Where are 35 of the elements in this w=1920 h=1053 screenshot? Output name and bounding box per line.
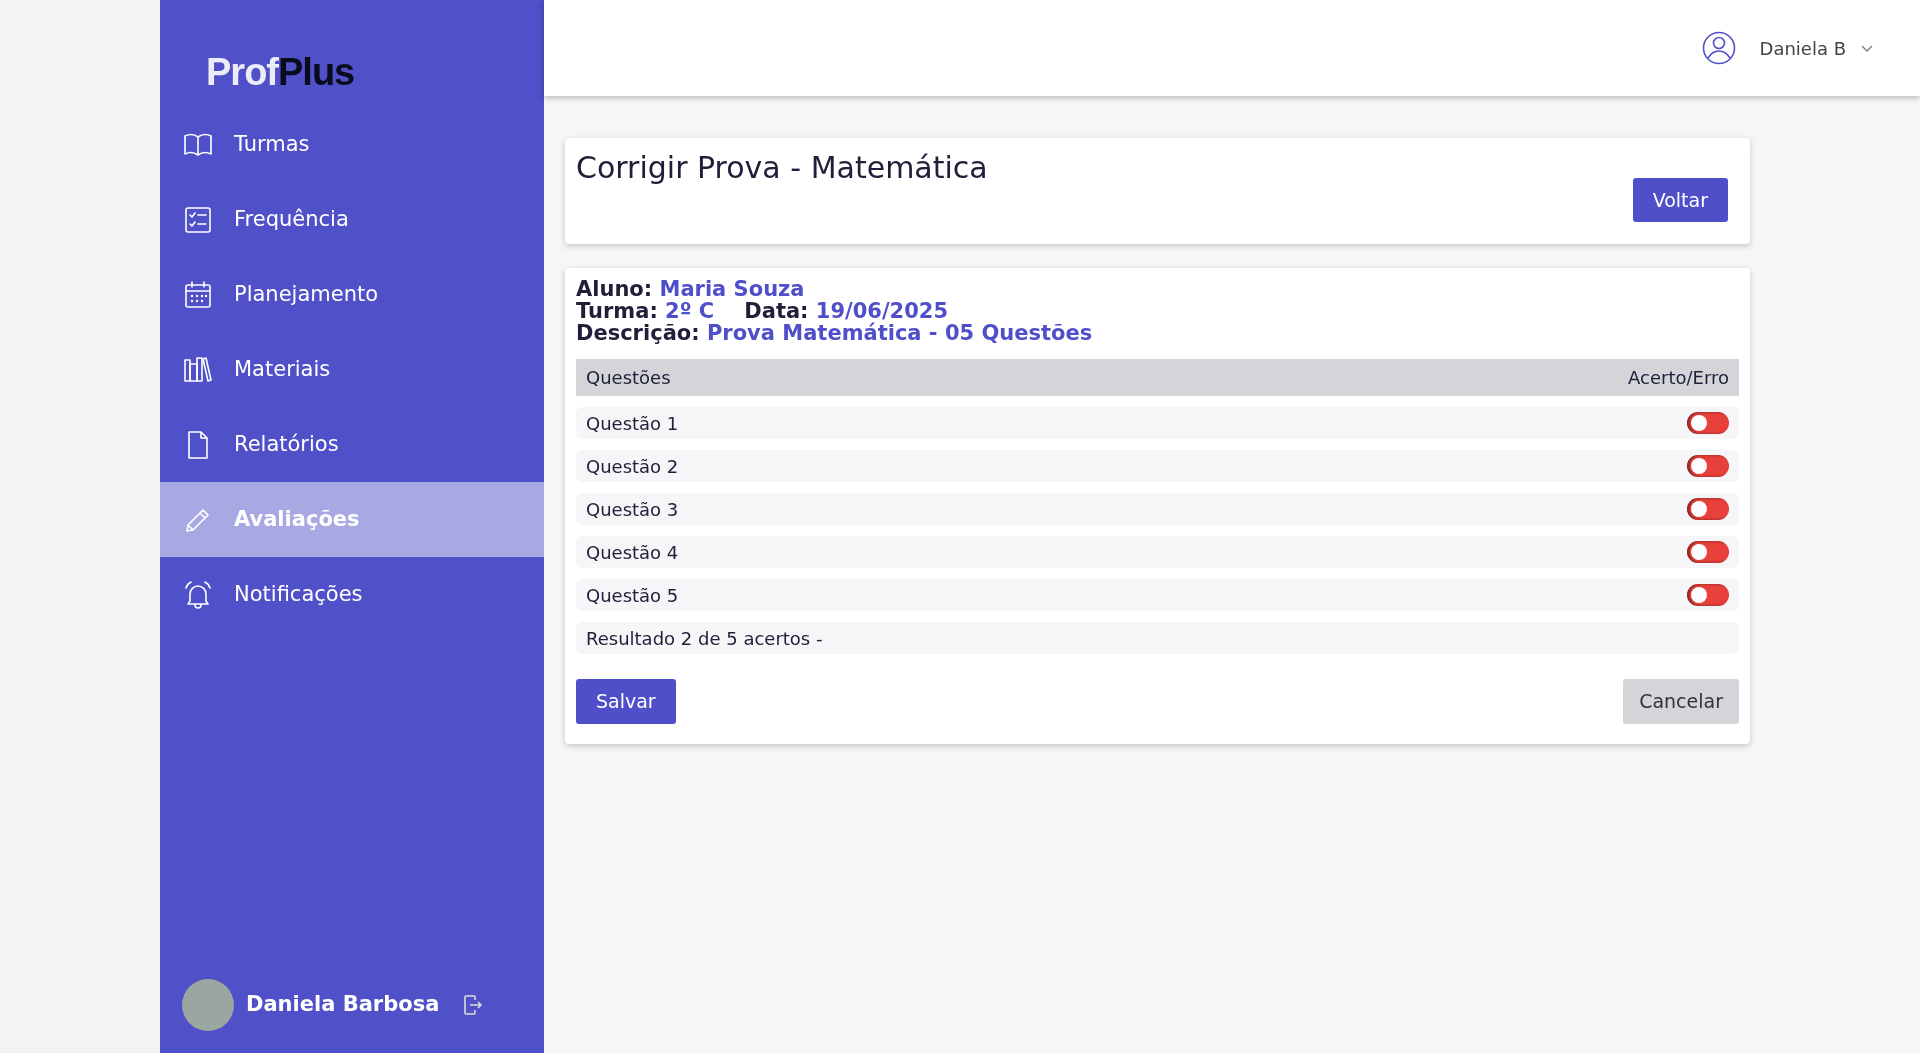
sidebar-item[interactable]: Notificações: [160, 557, 544, 632]
avatar-photo-placeholder: [182, 979, 234, 1031]
user-name: Daniela Barbosa: [246, 991, 440, 1019]
logout-icon[interactable]: [463, 994, 484, 1016]
back-button[interactable]: Voltar: [1632, 177, 1728, 222]
cancel-button[interactable]: Cancelar: [1623, 679, 1739, 724]
toggle-switch[interactable]: [1687, 541, 1729, 564]
question-label: Questão 1: [586, 411, 679, 436]
sidebar-item[interactable]: Relatórios: [160, 407, 544, 482]
sidebar-item[interactable]: Turmas: [160, 107, 544, 182]
column-header: Questões: [586, 366, 671, 391]
sidebar-item[interactable]: Materiais: [160, 332, 544, 407]
question-label: Questão 5: [586, 583, 679, 608]
user-avatar-icon[interactable]: [1701, 31, 1736, 65]
toggle-switch[interactable]: [1687, 584, 1729, 607]
toggle-switch[interactable]: [1687, 498, 1729, 521]
result-text: Resultado 2 de 5 acertos -: [586, 626, 823, 651]
bell-icon: [182, 578, 214, 611]
column-header: Acerto/Erro: [1628, 366, 1729, 391]
toggle-switch[interactable]: [1687, 412, 1729, 435]
sidebar-item[interactable]: Frequência: [160, 182, 544, 257]
calendar-icon: [182, 278, 214, 311]
save-button[interactable]: Salvar: [576, 679, 676, 724]
page-title: Corrigir Prova - Matemática: [576, 150, 988, 187]
info-field: Turma: 2º C: [576, 299, 715, 324]
info-field: Descrição: Prova Matemática - 05 Questões: [576, 321, 1093, 346]
toggle-switch[interactable]: [1687, 455, 1729, 478]
logo: ProfPlus: [206, 50, 355, 95]
info-field: Aluno: Maria Souza: [576, 277, 805, 301]
sidebar-item[interactable]: Planejamento: [160, 257, 544, 332]
user-menu[interactable]: Daniela B: [1759, 34, 1846, 62]
question-label: Questão 3: [586, 497, 679, 522]
question-label: Questão 4: [586, 540, 679, 565]
chevron-down-icon[interactable]: [1860, 43, 1874, 53]
question-label: Questão 2: [586, 454, 679, 479]
